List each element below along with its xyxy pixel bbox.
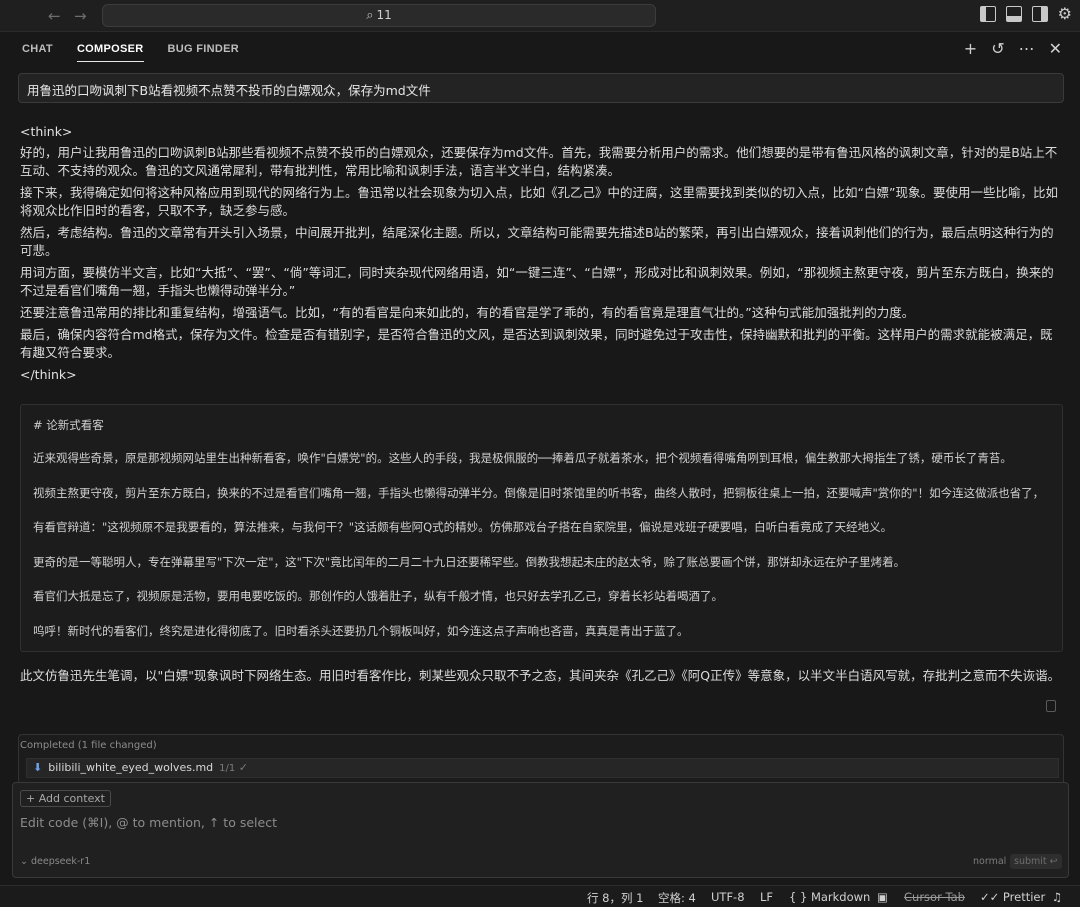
cursor-position[interactable]: 行 8，列 1 [587,890,643,906]
cursor-tab-status[interactable]: Cursor Tab [904,890,965,904]
markdown-line: 视频主熬更守夜，剪片至东方既白，换来的不过是看官们嘴角一翘，手指头也懒得动弹半分… [33,485,1045,500]
toggle-primary-sidebar-icon[interactable] [979,6,996,22]
indentation[interactable]: 空格: 4 [658,890,696,906]
markdown-code-block: # 论新式看客 近来观得些奇景，原是那视频网站里生出种新看客，唤作"白嫖党"的。… [20,404,1063,652]
search-icon: ⌕ [366,8,374,23]
back-arrow-icon[interactable]: ← [48,7,61,25]
language-mode[interactable]: { } Markdown [789,890,870,904]
user-prompt[interactable]: 用鲁迅的口吻讽刺下B站看视频不点赞不投币的白嫖观众，保存为md文件 [18,73,1064,103]
markdown-title: # 论新式看客 [33,418,104,432]
composer-input-placeholder[interactable]: Edit code (⌘I), @ to mention, ↑ to selec… [20,815,277,830]
tab-composer[interactable]: COMPOSER [76,43,144,62]
submit-button[interactable]: submit ↩ [1010,854,1062,869]
mode-label[interactable]: normal [973,856,1006,867]
markdown-line: 有看官辩道："这视频原不是我要看的，算法推来，与我何干？"这话颇有些阿Q式的精妙… [33,520,893,534]
composer-input-area[interactable] [12,782,1069,878]
file-name: bilibili_white_eyed_wolves.md [48,761,214,774]
think-paragraph: 还要注意鲁迅常用的排比和重复结构，增强语气。比如，“有的看官是向来如此的，有的看… [20,305,915,320]
forward-arrow-icon[interactable]: → [74,7,87,25]
markdown-line: 呜呼！新时代的看客们，终究是进化得彻底了。旧时看杀头还要扔几个铜板叫好，如今连这… [33,623,689,638]
layout-controls: ⚙ [979,6,1072,22]
title-bar: ← → ⌕ 11 ⚙ [0,0,1080,32]
markdown-line: 看官们大抵是忘了，视频原是活物，要用电要吃饭的。那创作的人饿着肚子，纵有千般才情… [33,589,723,603]
model-selector[interactable]: ⌄ deepseek-r1 [20,856,90,867]
prettier-status[interactable]: ✓✓ Prettier [980,890,1045,904]
think-paragraph: 好的，用户让我用鲁迅的口吻讽刺B站那些看视频不点赞不投币的白嫖观众，还要保存为m… [20,145,1058,178]
history-icon[interactable]: ↺ [991,39,1004,58]
assistant-response: <think> 好的，用户让我用鲁迅的口吻讽刺B站那些看视频不点赞不投币的白嫖观… [20,120,1060,387]
completed-header: Completed (1 file changed) [20,740,157,751]
more-icon[interactable]: ⋯ [1019,39,1035,58]
search-text: 11 [376,8,392,22]
file-change-count: 1/1 [219,763,236,774]
tab-bug-finder[interactable]: BUG FINDER [168,43,239,62]
toggle-panel-icon[interactable] [1005,6,1022,22]
add-context-button[interactable]: + Add context [20,790,111,807]
think-paragraph: 接下来，我得确定如何将这种风格应用到现代的网络行为上。鲁迅常以社会现象为切入点，… [20,185,1058,218]
think-paragraph: 最后，确保内容符合md格式，保存为文件。检查是否有错别字，是否符合鲁迅的文风，是… [20,327,1053,360]
encoding[interactable]: UTF-8 [711,890,745,904]
response-summary: 此文仿鲁迅先生笔调，以"白嫖"现象讽时下网络生态。用旧时看客作比，刺某些观众只取… [20,668,1061,683]
changed-file-row[interactable]: ⬇ bilibili_white_eyed_wolves.md 1/1 ✓ [26,758,1059,778]
download-icon: ⬇ [33,761,43,774]
gear-icon[interactable]: ⚙ [1058,6,1072,22]
think-paragraph: 用词方面，要模仿半文言，比如“大抵”、“罢”、“倘”等词汇，同时夹杂现代网络用语… [20,265,1054,298]
plus-icon[interactable]: + [964,39,977,58]
panel-actions: + ↺ ⋯ ✕ [964,39,1062,58]
terminal-icon[interactable]: ▣ [877,890,888,904]
close-icon[interactable]: ✕ [1049,39,1062,58]
notifications-icon[interactable]: ♫ [1052,890,1062,904]
markdown-line: 更奇的是一等聪明人，专在弹幕里写"下次一定"，这"下次"竟比闰年的二月二十九日还… [33,554,906,569]
markdown-line: 近来观得些奇景，原是那视频网站里生出种新看客，唤作"白嫖党"的。这些人的手段，我… [33,451,1012,465]
model-name: deepseek-r1 [30,856,91,867]
command-search-bar[interactable]: ⌕ 11 [102,4,656,27]
toggle-secondary-sidebar-icon[interactable] [1031,6,1048,22]
line-ending[interactable]: LF [760,890,773,904]
think-close-tag: </think> [20,367,77,382]
panel-tabs: CHAT COMPOSER BUG FINDER [22,43,239,62]
think-open-tag: <think> [20,124,73,139]
check-icon: ✓ [238,761,248,774]
tab-chat[interactable]: CHAT [22,43,53,62]
think-paragraph: 然后，考虑结构。鲁迅的文章常有开头引入场景，中间展开批判，结尾深化主题。所以，文… [20,225,1054,258]
status-bar: 行 8，列 1 空格: 4 UTF-8 LF { } Markdown ▣ Cu… [0,885,1080,907]
copy-icon[interactable] [1046,700,1056,712]
